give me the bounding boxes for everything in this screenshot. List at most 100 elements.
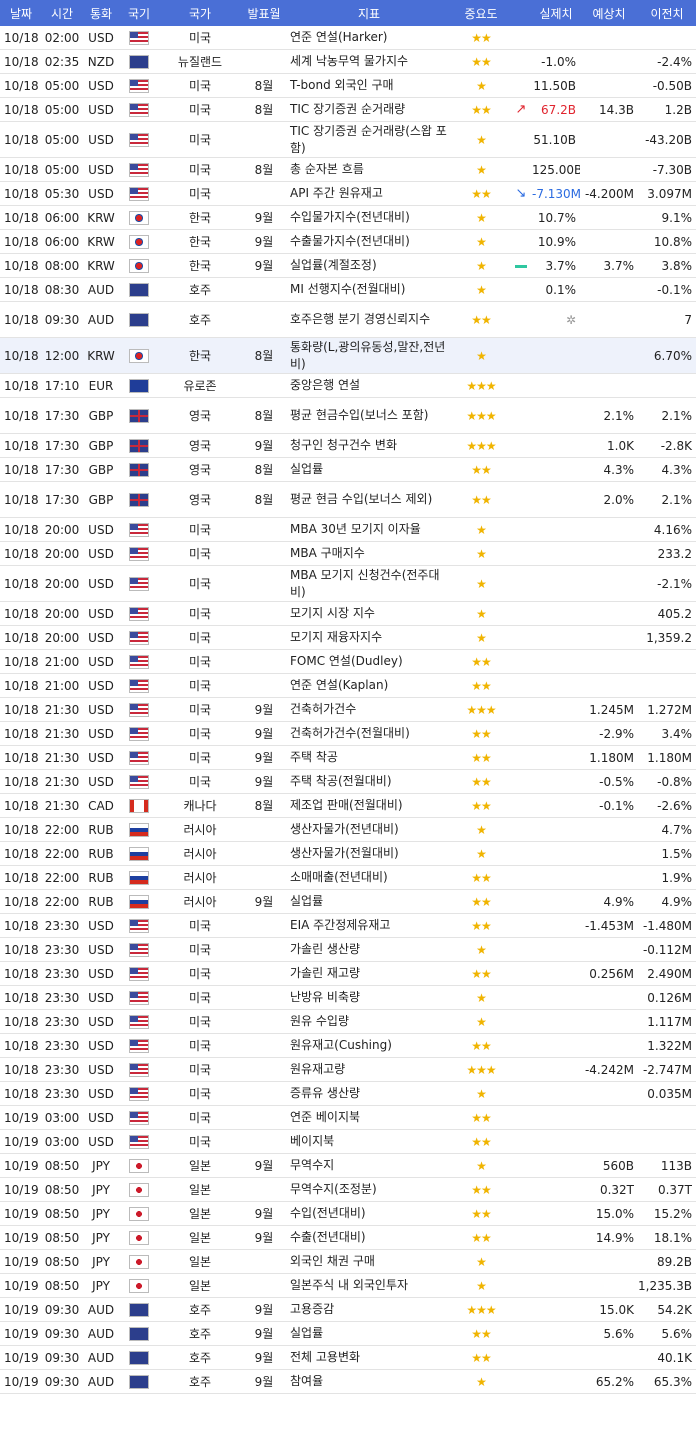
table-row[interactable]: 10/19 09:30 AUD 호주 9월 참여율 ★ 65.2% 65.3% — [0, 1369, 696, 1394]
header-importance[interactable]: 중요도 — [452, 0, 510, 26]
header-date[interactable]: 날짜 — [0, 0, 42, 26]
table-row[interactable]: 10/19 08:50 JPY 일본 9월 수출(전년대비) ★★ 14.9% 18.1% — [0, 1225, 696, 1250]
table-row[interactable]: 10/18 23:30 USD 미국 원유 수입량 ★ 1.117M — [0, 1009, 696, 1034]
indicator-cell[interactable]: 주택 착공(전월대비) — [286, 769, 452, 794]
indicator-cell[interactable]: 건축허가건수 — [286, 697, 452, 722]
table-row[interactable]: 10/18 21:30 USD 미국 9월 주택 착공 ★★ 1.180M 1.180M — [0, 745, 696, 770]
indicator-cell[interactable]: 무역수지(조정분) — [286, 1177, 452, 1202]
table-row[interactable]: 10/18 20:00 USD 미국 모기지 시장 지수 ★ 405.2 — [0, 601, 696, 626]
table-row[interactable]: 10/18 08:30 AUD 호주 MI 선행지수(전월대비) ★ 0.1% -0.1% — [0, 277, 696, 302]
table-row[interactable]: 10/18 23:30 USD 미국 원유재고(Cushing) ★★ 1.322M — [0, 1033, 696, 1058]
indicator-cell[interactable]: 증류유 생산량 — [286, 1081, 452, 1106]
indicator-cell[interactable]: 통화량(L,광의유동성,말잔,전년비) — [286, 337, 452, 374]
table-row[interactable]: 10/18 05:00 USD 미국 8월 TIC 장기증권 순거래량 ★★ ↗ 67.2B 14… — [0, 97, 696, 122]
header-period[interactable]: 발표월 — [242, 0, 286, 26]
table-row[interactable]: 10/18 17:30 GBP 영국 8월 평균 현금수입(보너스 포함) ★★★ 2.1% 2… — [0, 397, 696, 434]
indicator-cell[interactable]: 평균 현금수입(보너스 포함) — [286, 397, 452, 434]
table-row[interactable]: 10/18 21:30 CAD 캐나다 8월 제조업 판매(전월대비) ★★ -0.1% -2.… — [0, 793, 696, 818]
indicator-cell[interactable]: 수입(전년대비) — [286, 1201, 452, 1226]
table-row[interactable]: 10/19 08:50 JPY 일본 무역수지(조정분) ★★ 0.32T 0.37T — [0, 1177, 696, 1202]
indicator-cell[interactable]: EIA 주간정제유재고 — [286, 913, 452, 938]
header-flag[interactable]: 국기 — [120, 0, 158, 26]
indicator-cell[interactable]: 베이지북 — [286, 1129, 452, 1154]
header-forecast[interactable]: 예상치 — [580, 0, 638, 26]
table-row[interactable]: 10/18 17:30 GBP 영국 8월 평균 현금 수입(보너스 제외) ★★ 2.0% 2… — [0, 481, 696, 518]
table-row[interactable]: 10/18 23:30 USD 미국 EIA 주간정제유재고 ★★ -1.453M -1.48… — [0, 913, 696, 938]
table-row[interactable]: 10/18 17:30 GBP 영국 9월 청구인 청구건수 변화 ★★★ 1.0K -2.8K — [0, 433, 696, 458]
indicator-cell[interactable]: 원유 수입량 — [286, 1009, 452, 1034]
indicator-cell[interactable]: 청구인 청구건수 변화 — [286, 433, 452, 458]
indicator-cell[interactable]: 수출(전년대비) — [286, 1225, 452, 1250]
table-row[interactable]: 10/18 22:00 RUB 러시아 9월 실업률 ★★ 4.9% 4.9% — [0, 889, 696, 914]
indicator-cell[interactable]: 주택 착공 — [286, 745, 452, 770]
indicator-cell[interactable]: 실업률 — [286, 889, 452, 914]
indicator-cell[interactable]: TIC 장기증권 순거래량(스왑 포함) — [286, 121, 452, 158]
table-row[interactable]: 10/19 08:50 JPY 일본 9월 수입(전년대비) ★★ 15.0% 15.2% — [0, 1201, 696, 1226]
indicator-cell[interactable]: 생산자물가(전년대비) — [286, 817, 452, 842]
indicator-cell[interactable]: MI 선행지수(전월대비) — [286, 277, 452, 302]
table-row[interactable]: 10/19 08:50 JPY 일본 일본주식 내 외국인투자 ★ 1,235.3B — [0, 1273, 696, 1298]
table-row[interactable]: 10/18 05:30 USD 미국 API 주간 원유재고 ★★ ↘ -7.130M -4.2… — [0, 181, 696, 206]
table-row[interactable]: 10/18 17:10 EUR 유로존 중앙은행 연설 ★★★ — [0, 373, 696, 398]
indicator-cell[interactable]: 고용증감 — [286, 1297, 452, 1322]
indicator-cell[interactable]: 무역수지 — [286, 1153, 452, 1178]
indicator-cell[interactable]: 제조업 판매(전월대비) — [286, 793, 452, 818]
indicator-cell[interactable]: API 주간 원유재고 — [286, 181, 452, 206]
indicator-cell[interactable]: 생산자물가(전월대비) — [286, 841, 452, 866]
indicator-cell[interactable]: 연준 연설(Harker) — [286, 26, 452, 50]
indicator-cell[interactable]: 외국인 채권 구매 — [286, 1249, 452, 1274]
indicator-cell[interactable]: 원유재고량 — [286, 1057, 452, 1082]
indicator-cell[interactable]: 세계 낙농무역 물가지수 — [286, 49, 452, 74]
table-row[interactable]: 10/18 21:30 USD 미국 9월 건축허가건수(전월대비) ★★ -2.9% 3.4% — [0, 721, 696, 746]
table-row[interactable]: 10/19 03:00 USD 미국 베이지북 ★★ — [0, 1129, 696, 1154]
table-row[interactable]: 10/18 20:00 USD 미국 MBA 30년 모기지 이자율 ★ 4.16% — [0, 517, 696, 542]
table-row[interactable]: 10/18 09:30 AUD 호주 호주은행 분기 경영신뢰지수 ★★ ✲ 7 — [0, 301, 696, 338]
indicator-cell[interactable]: T-bond 외국인 구매 — [286, 73, 452, 98]
indicator-cell[interactable]: 실업률(계절조정) — [286, 253, 452, 278]
table-row[interactable]: 10/18 20:00 USD 미국 모기지 재융자지수 ★ 1,359.2 — [0, 625, 696, 650]
table-row[interactable]: 10/19 08:50 JPY 일본 외국인 채권 구매 ★ 89.2B — [0, 1249, 696, 1274]
table-row[interactable]: 10/18 22:00 RUB 러시아 소매매출(전년대비) ★★ 1.9% — [0, 865, 696, 890]
indicator-cell[interactable]: 난방유 비축량 — [286, 985, 452, 1010]
table-row[interactable]: 10/18 02:00 USD 미국 연준 연설(Harker) ★★ — [0, 26, 696, 50]
table-row[interactable]: 10/18 21:30 USD 미국 9월 주택 착공(전월대비) ★★ -0.5% -0.8% — [0, 769, 696, 794]
table-row[interactable]: 10/18 05:00 USD 미국 8월 총 순자본 흐름 ★ 125.00B -7.30B — [0, 157, 696, 182]
indicator-cell[interactable]: 중앙은행 연설 — [286, 373, 452, 398]
indicator-cell[interactable]: MBA 모기지 신청건수(전주대비) — [286, 565, 452, 602]
indicator-cell[interactable]: 건축허가건수(전월대비) — [286, 721, 452, 746]
header-actual[interactable]: 실제치 — [532, 0, 580, 26]
table-row[interactable]: 10/19 09:30 AUD 호주 9월 실업률 ★★ 5.6% 5.6% — [0, 1321, 696, 1346]
indicator-cell[interactable]: 전체 고용변화 — [286, 1345, 452, 1370]
table-row[interactable]: 10/18 05:00 USD 미국 8월 T-bond 외국인 구매 ★ 11.50B -0.… — [0, 73, 696, 98]
indicator-cell[interactable]: 실업률 — [286, 1321, 452, 1346]
indicator-cell[interactable]: 가솔린 재고량 — [286, 961, 452, 986]
table-row[interactable]: 10/18 05:00 USD 미국 TIC 장기증권 순거래량(스왑 포함) ★ 51.1… — [0, 121, 696, 158]
table-row[interactable]: 10/18 06:00 KRW 한국 9월 수출물가지수(전년대비) ★ 10.9% 10.8% — [0, 229, 696, 254]
indicator-cell[interactable]: FOMC 연설(Dudley) — [286, 649, 452, 674]
indicator-cell[interactable]: 총 순자본 흐름 — [286, 157, 452, 182]
header-time[interactable]: 시간 — [42, 0, 82, 26]
table-row[interactable]: 10/18 20:00 USD 미국 MBA 구매지수 ★ 233.2 — [0, 541, 696, 566]
indicator-cell[interactable]: 소매매출(전년대비) — [286, 865, 452, 890]
table-row[interactable]: 10/19 09:30 AUD 호주 9월 전체 고용변화 ★★ 40.1K — [0, 1345, 696, 1370]
indicator-cell[interactable]: 수입물가지수(전년대비) — [286, 205, 452, 230]
table-row[interactable]: 10/18 12:00 KRW 한국 8월 통화량(L,광의유동성,말잔,전년비) ★ 6.7… — [0, 337, 696, 374]
indicator-cell[interactable]: 실업률 — [286, 457, 452, 482]
table-row[interactable]: 10/18 22:00 RUB 러시아 생산자물가(전월대비) ★ 1.5% — [0, 841, 696, 866]
table-row[interactable]: 10/18 21:30 USD 미국 9월 건축허가건수 ★★★ 1.245M 1.272M — [0, 697, 696, 722]
indicator-cell[interactable]: 참여율 — [286, 1369, 452, 1394]
table-row[interactable]: 10/18 22:00 RUB 러시아 생산자물가(전년대비) ★ 4.7% — [0, 817, 696, 842]
table-row[interactable]: 10/18 08:00 KRW 한국 9월 실업률(계절조정) ★ 3.7% 3.7% 3.8% — [0, 253, 696, 278]
header-country[interactable]: 국가 — [158, 0, 242, 26]
indicator-cell[interactable]: MBA 30년 모기지 이자율 — [286, 517, 452, 542]
table-row[interactable]: 10/18 21:00 USD 미국 FOMC 연설(Dudley) ★★ — [0, 649, 696, 674]
table-row[interactable]: 10/19 03:00 USD 미국 연준 베이지북 ★★ — [0, 1105, 696, 1130]
indicator-cell[interactable]: 연준 연설(Kaplan) — [286, 673, 452, 698]
table-row[interactable]: 10/18 23:30 USD 미국 난방유 비축량 ★ 0.126M — [0, 985, 696, 1010]
indicator-cell[interactable]: 수출물가지수(전년대비) — [286, 229, 452, 254]
indicator-cell[interactable]: 호주은행 분기 경영신뢰지수 — [286, 301, 452, 338]
indicator-cell[interactable]: MBA 구매지수 — [286, 541, 452, 566]
table-row[interactable]: 10/18 21:00 USD 미국 연준 연설(Kaplan) ★★ — [0, 673, 696, 698]
table-row[interactable]: 10/18 02:35 NZD 뉴질랜드 세계 낙농무역 물가지수 ★★ -1.0% -2.4… — [0, 49, 696, 74]
indicator-cell[interactable]: 모기지 재융자지수 — [286, 625, 452, 650]
